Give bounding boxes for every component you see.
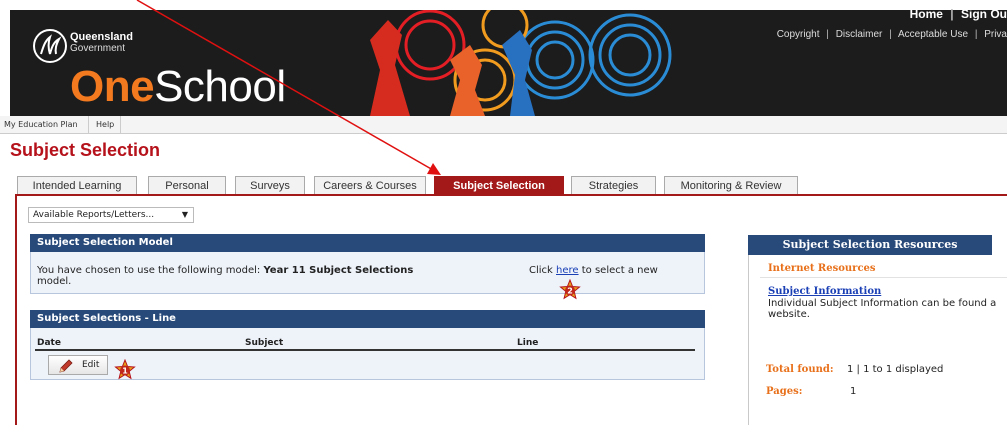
chevron-down-icon: ▼ — [181, 210, 188, 219]
tab-personal[interactable]: Personal — [148, 176, 226, 195]
government-name-line2: Government — [70, 43, 126, 54]
menu-divider — [120, 116, 121, 134]
link-separator: | — [950, 7, 954, 21]
header-links: Home | Sign Ou Copyright | Disclaimer | … — [777, 7, 1007, 40]
model-panel-header: Subject Selection Model — [30, 234, 705, 252]
column-header-line: Line — [517, 338, 539, 348]
copyright-link[interactable]: Copyright — [777, 29, 820, 40]
change-model-link[interactable]: here — [556, 265, 579, 276]
description-line2: website. — [768, 309, 810, 320]
menu-item-my-education-plan[interactable]: My Education Plan — [4, 120, 78, 129]
subject-information-link[interactable]: Subject Information — [768, 286, 881, 297]
brand-one: One — [70, 62, 155, 111]
subject-information-description: Individual Subject Information can be fo… — [768, 298, 1007, 320]
divider — [760, 277, 1007, 278]
menu-item-help[interactable]: Help — [96, 120, 114, 129]
edit-button-label: Edit — [82, 360, 100, 370]
page-title: Subject Selection — [10, 140, 161, 160]
tab-careers-courses[interactable]: Careers & Courses — [314, 176, 426, 195]
acceptable-use-link[interactable]: Acceptable Use — [898, 29, 968, 40]
reports-dropdown-value: Available Reports/Letters... — [33, 210, 155, 220]
column-header-date: Date — [37, 338, 61, 348]
model-text-prefix: You have chosen to use the following mod… — [37, 265, 264, 276]
edit-button[interactable]: Edit — [48, 355, 108, 375]
government-name: Queensland Government — [70, 31, 133, 55]
model-description: You have chosen to use the following mod… — [37, 265, 413, 287]
step-2-badge-number: 2 — [567, 287, 573, 296]
link-separator: | — [974, 29, 978, 40]
click-suffix: to select a new — [578, 265, 658, 276]
step-1-badge: 1 — [114, 359, 136, 380]
reports-dropdown[interactable]: Available Reports/Letters... ▼ — [28, 207, 194, 223]
lines-table-header: Date Subject Line — [35, 337, 695, 351]
brand-school: School — [154, 62, 286, 111]
pencil-icon — [59, 359, 73, 373]
column-header-subject: Subject — [245, 338, 284, 348]
tab-surveys[interactable]: Surveys — [235, 176, 305, 195]
click-prefix: Click — [529, 265, 557, 276]
total-found-value: 1 | 1 to 1 displayed — [847, 364, 944, 375]
tab-strategies[interactable]: Strategies — [571, 176, 656, 195]
step-1-badge-number: 1 — [122, 367, 128, 376]
step-2-badge: 2 — [559, 279, 581, 300]
menu-strip: My Education Plan Help — [0, 116, 1007, 134]
privacy-link[interactable]: Priva — [984, 29, 1007, 40]
arrow-head-icon — [427, 163, 441, 175]
tab-monitoring-review[interactable]: Monitoring & Review — [664, 176, 798, 195]
banner-artwork — [370, 10, 672, 116]
disclaimer-link[interactable]: Disclaimer — [836, 29, 883, 40]
lines-panel-header: Subject Selections - Line — [30, 310, 705, 328]
resources-panel-body — [748, 255, 1007, 425]
internet-resources-heading: Internet Resources — [768, 263, 876, 274]
change-model-text: Click here to select a new — [529, 265, 658, 276]
description-line1: Individual Subject Information can be fo… — [768, 298, 997, 309]
tab-subject-selection[interactable]: Subject Selection — [434, 176, 564, 195]
sign-out-link[interactable]: Sign Ou — [961, 7, 1007, 21]
resources-panel-header: Subject Selection Resources — [748, 235, 992, 255]
total-found-label: Total found: — [766, 364, 834, 375]
pages-value: 1 — [850, 386, 857, 397]
government-name-line1: Queensland — [70, 31, 133, 43]
menu-divider — [88, 116, 89, 134]
model-name: Year 11 Subject Selections — [263, 265, 414, 276]
oneschool-logo: OneSchool — [70, 65, 286, 109]
link-separator: | — [826, 29, 829, 40]
pages-label: Pages: — [766, 386, 803, 397]
model-text-suffix: model. — [37, 276, 72, 287]
queensland-government-logo — [33, 29, 67, 63]
tab-intended-learning[interactable]: Intended Learning — [17, 176, 137, 195]
link-separator: | — [889, 29, 892, 40]
home-link[interactable]: Home — [910, 7, 943, 21]
